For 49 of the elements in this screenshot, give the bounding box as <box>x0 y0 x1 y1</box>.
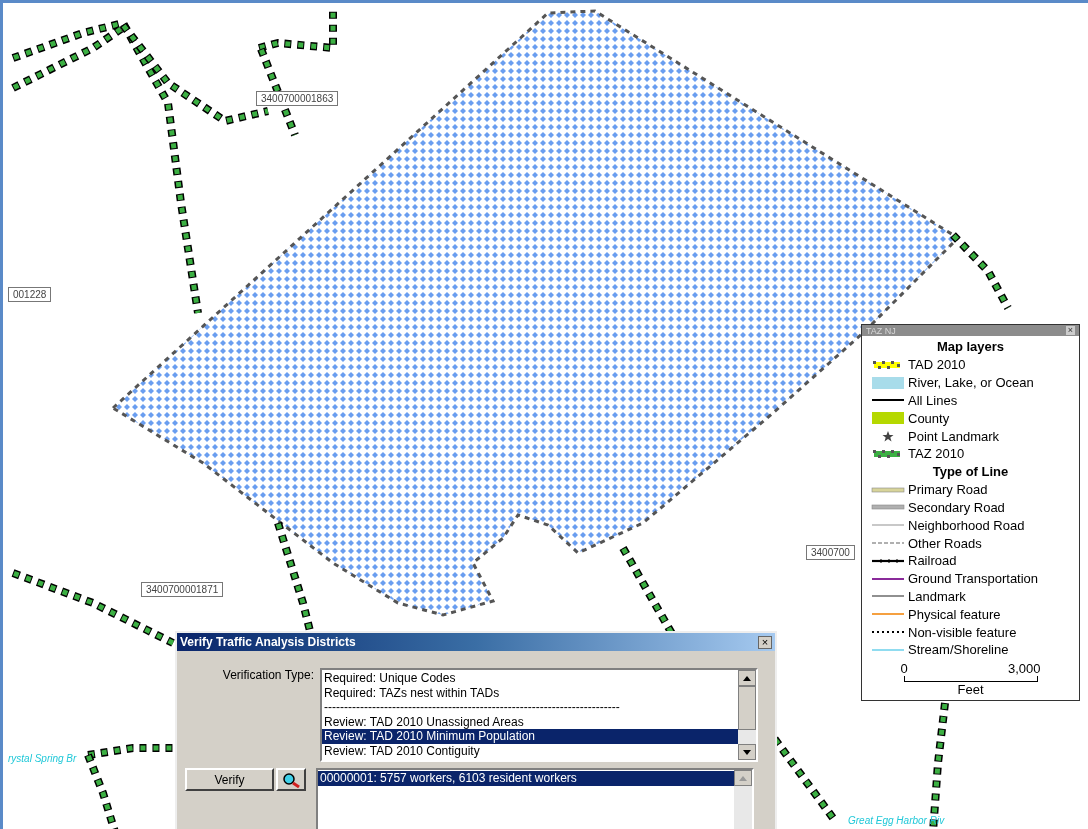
verify-button[interactable]: Verify <box>185 768 274 791</box>
list-item[interactable]: -------------------------------------------------------------------------- <box>322 700 738 715</box>
legend-title: TAZ NJ <box>866 325 896 336</box>
stream-label: Great Egg Harbor Riv <box>848 815 945 827</box>
legend-label: TAD 2010 <box>908 357 966 373</box>
dialog-title: Verify Traffic Analysis Districts <box>180 635 356 649</box>
legend-label: Point Landmark <box>908 428 1000 444</box>
legend-label: County <box>908 410 950 426</box>
legend-label: Physical feature <box>908 606 1001 622</box>
list-item[interactable]: Review: TAD 2010 Contiguity <box>322 743 738 758</box>
list-item[interactable]: 00000001: 5757 workers, 6103 resident workers <box>318 771 734 786</box>
legend-heading: Map layers <box>935 338 1006 356</box>
legend-label: River, Lake, or Ocean <box>908 375 1034 391</box>
list-item[interactable]: Review: TAD 2010 Unassigned Areas <box>322 714 738 729</box>
map-label: 3400700 <box>806 545 855 560</box>
scale-unit: Feet <box>956 681 985 698</box>
verification-type-label: Verification Type: <box>221 668 315 684</box>
legend-label: Secondary Road <box>908 499 1005 515</box>
legend-label: Neighborhood Road <box>908 517 1025 533</box>
map-label: 3400700001863 <box>256 91 339 106</box>
verification-type-list[interactable] <box>320 668 758 762</box>
legend-label: Ground Transportation <box>908 571 1039 587</box>
legend-label: Stream/Shoreline <box>908 642 1009 658</box>
results-list[interactable]: 00000001: 5757 workers, 6103 resident workers <box>316 768 754 829</box>
down-arrow-icon <box>743 749 751 755</box>
legend-label: All Lines <box>908 393 958 408</box>
legend-label: Non-visible feature <box>908 624 1017 640</box>
up-arrow-icon <box>739 775 747 781</box>
up-arrow-icon <box>743 675 751 681</box>
list-item[interactable]: Review: TAD 2010 Minimum Population <box>322 729 738 744</box>
legend-label: TAZ 2010 <box>908 446 965 462</box>
magnifier-icon <box>281 771 301 788</box>
legend-heading: Type of Line <box>931 462 1010 481</box>
close-button[interactable]: × <box>758 635 772 649</box>
scrollbar[interactable] <box>738 670 756 760</box>
legend-label: Primary Road <box>908 482 988 498</box>
stream-label: rystal Spring Br <box>8 753 77 765</box>
close-button[interactable]: × <box>1065 326 1075 335</box>
legend-label: Other Roads <box>908 535 982 551</box>
list-item[interactable]: Required: Unique Codes <box>322 671 738 686</box>
legend-label: Landmark <box>908 588 966 604</box>
map-label: 001228 <box>8 287 52 302</box>
list-item[interactable]: Required: TAZs nest within TADs <box>322 685 738 700</box>
scale-label: 0 <box>900 660 908 676</box>
scale-label: 3,000 <box>1007 660 1041 676</box>
legend-label: Railroad <box>908 553 957 569</box>
zoom-to-button[interactable] <box>276 768 306 791</box>
map-label: 3400700001871 <box>141 582 224 597</box>
scrollbar[interactable] <box>734 770 752 829</box>
